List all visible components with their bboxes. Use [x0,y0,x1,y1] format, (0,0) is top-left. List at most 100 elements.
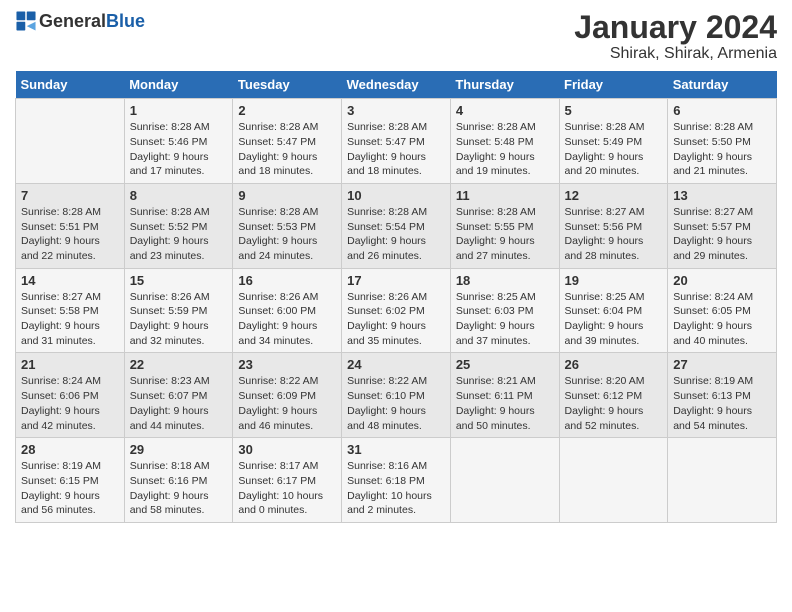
day-info: Sunrise: 8:18 AMSunset: 6:16 PMDaylight:… [130,459,228,518]
day-info: Sunrise: 8:28 AMSunset: 5:49 PMDaylight:… [565,120,663,179]
logo-text: GeneralBlue [39,11,145,32]
logo-blue: Blue [106,11,145,31]
day-info: Sunrise: 8:21 AMSunset: 6:11 PMDaylight:… [456,374,554,433]
day-number: 7 [21,188,119,203]
day-number: 21 [21,357,119,372]
day-info: Sunrise: 8:23 AMSunset: 6:07 PMDaylight:… [130,374,228,433]
day-number: 8 [130,188,228,203]
day-info: Sunrise: 8:28 AMSunset: 5:46 PMDaylight:… [130,120,228,179]
day-info: Sunrise: 8:16 AMSunset: 6:18 PMDaylight:… [347,459,445,518]
day-info: Sunrise: 8:28 AMSunset: 5:53 PMDaylight:… [238,205,336,264]
calendar-cell: 24Sunrise: 8:22 AMSunset: 6:10 PMDayligh… [342,353,451,438]
day-number: 19 [565,273,663,288]
calendar-cell: 21 Sunrise: 8:24 AMSunset: 6:06 PMDayligh… [16,353,125,438]
weekday-header-friday: Friday [559,71,668,99]
day-info: Sunrise: 8:28 AMSunset: 5:54 PMDaylight:… [347,205,445,264]
day-info: Sunrise: 8:22 AMSunset: 6:10 PMDaylight:… [347,374,445,433]
weekday-header-thursday: Thursday [450,71,559,99]
calendar-cell: 17 Sunrise: 8:26 AMSunset: 6:02 PMDayligh… [342,268,451,353]
day-info: Sunrise: 8:28 AMSunset: 5:47 PMDaylight:… [238,120,336,179]
weekday-header-sunday: Sunday [16,71,125,99]
calendar-week-row: 14 Sunrise: 8:27 AMSunset: 5:58 PMDayligh… [16,268,777,353]
day-info: Sunrise: 8:28 AMSunset: 5:50 PMDaylight:… [673,120,771,179]
calendar-week-row: 21 Sunrise: 8:24 AMSunset: 6:06 PMDayligh… [16,353,777,438]
day-info: Sunrise: 8:20 AMSunset: 6:12 PMDaylight:… [565,374,663,433]
day-number: 2 [238,103,336,118]
calendar-cell [668,438,777,523]
calendar-cell: 10 Sunrise: 8:28 AMSunset: 5:54 PMDayligh… [342,183,451,268]
calendar-cell: 6 Sunrise: 8:28 AMSunset: 5:50 PMDaylight… [668,99,777,184]
calendar-cell [16,99,125,184]
calendar-cell: 23Sunrise: 8:22 AMSunset: 6:09 PMDayligh… [233,353,342,438]
calendar-cell: 28Sunrise: 8:19 AMSunset: 6:15 PMDayligh… [16,438,125,523]
day-number: 9 [238,188,336,203]
logo-general: General [39,11,106,31]
calendar-cell: 3Sunrise: 8:28 AMSunset: 5:47 PMDaylight… [342,99,451,184]
header: GeneralBlue January 2024 Shirak, Shirak,… [15,10,777,63]
day-number: 5 [565,103,663,118]
calendar-cell: 18 Sunrise: 8:25 AMSunset: 6:03 PMDayligh… [450,268,559,353]
calendar-cell: 27 Sunrise: 8:19 AMSunset: 6:13 PMDayligh… [668,353,777,438]
day-number: 27 [673,357,771,372]
page-subtitle: Shirak, Shirak, Armenia [574,45,777,63]
day-info: Sunrise: 8:25 AMSunset: 6:03 PMDaylight:… [456,290,554,349]
day-info: Sunrise: 8:28 AMSunset: 5:55 PMDaylight:… [456,205,554,264]
calendar-cell: 5 Sunrise: 8:28 AMSunset: 5:49 PMDaylight… [559,99,668,184]
day-number: 14 [21,273,119,288]
calendar-cell: 11 Sunrise: 8:28 AMSunset: 5:55 PMDayligh… [450,183,559,268]
day-number: 18 [456,273,554,288]
weekday-header-wednesday: Wednesday [342,71,451,99]
day-number: 12 [565,188,663,203]
day-info: Sunrise: 8:27 AMSunset: 5:58 PMDaylight:… [21,290,119,349]
calendar-cell: 31 Sunrise: 8:16 AMSunset: 6:18 PMDayligh… [342,438,451,523]
day-info: Sunrise: 8:19 AMSunset: 6:13 PMDaylight:… [673,374,771,433]
title-area: January 2024 Shirak, Shirak, Armenia [574,10,777,63]
page-title: January 2024 [574,10,777,45]
calendar-cell: 4 Sunrise: 8:28 AMSunset: 5:48 PMDaylight… [450,99,559,184]
calendar-cell: 29Sunrise: 8:18 AMSunset: 6:16 PMDayligh… [124,438,233,523]
day-number: 20 [673,273,771,288]
logo-icon [15,10,37,32]
day-number: 10 [347,188,445,203]
calendar-cell: 7Sunrise: 8:28 AMSunset: 5:51 PMDaylight… [16,183,125,268]
calendar-cell: 25Sunrise: 8:21 AMSunset: 6:11 PMDayligh… [450,353,559,438]
day-number: 11 [456,188,554,203]
day-number: 13 [673,188,771,203]
day-number: 17 [347,273,445,288]
logo: GeneralBlue [15,10,145,32]
calendar-cell: 8 Sunrise: 8:28 AMSunset: 5:52 PMDaylight… [124,183,233,268]
calendar-cell [450,438,559,523]
calendar-cell: 30 Sunrise: 8:17 AMSunset: 6:17 PMDayligh… [233,438,342,523]
calendar-week-row: 1 Sunrise: 8:28 AMSunset: 5:46 PMDaylight… [16,99,777,184]
calendar-cell: 1 Sunrise: 8:28 AMSunset: 5:46 PMDaylight… [124,99,233,184]
calendar-cell: 19Sunrise: 8:25 AMSunset: 6:04 PMDayligh… [559,268,668,353]
calendar-cell: 12 Sunrise: 8:27 AMSunset: 5:56 PMDayligh… [559,183,668,268]
day-info: Sunrise: 8:26 AMSunset: 5:59 PMDaylight:… [130,290,228,349]
weekday-header-row: SundayMondayTuesdayWednesdayThursdayFrid… [16,71,777,99]
day-info: Sunrise: 8:17 AMSunset: 6:17 PMDaylight:… [238,459,336,518]
day-number: 6 [673,103,771,118]
day-info: Sunrise: 8:28 AMSunset: 5:47 PMDaylight:… [347,120,445,179]
calendar-cell: 9 Sunrise: 8:28 AMSunset: 5:53 PMDaylight… [233,183,342,268]
day-info: Sunrise: 8:24 AMSunset: 6:06 PMDaylight:… [21,374,119,433]
day-number: 16 [238,273,336,288]
day-number: 1 [130,103,228,118]
day-number: 31 [347,442,445,457]
day-number: 4 [456,103,554,118]
day-info: Sunrise: 8:27 AMSunset: 5:56 PMDaylight:… [565,205,663,264]
day-number: 22 [130,357,228,372]
day-number: 23 [238,357,336,372]
weekday-header-monday: Monday [124,71,233,99]
calendar-cell: 14 Sunrise: 8:27 AMSunset: 5:58 PMDayligh… [16,268,125,353]
weekday-header-saturday: Saturday [668,71,777,99]
day-info: Sunrise: 8:26 AMSunset: 6:02 PMDaylight:… [347,290,445,349]
day-info: Sunrise: 8:28 AMSunset: 5:48 PMDaylight:… [456,120,554,179]
calendar-week-row: 28Sunrise: 8:19 AMSunset: 6:15 PMDayligh… [16,438,777,523]
day-number: 30 [238,442,336,457]
day-info: Sunrise: 8:28 AMSunset: 5:52 PMDaylight:… [130,205,228,264]
calendar-cell: 26Sunrise: 8:20 AMSunset: 6:12 PMDayligh… [559,353,668,438]
weekday-header-tuesday: Tuesday [233,71,342,99]
calendar-cell: 15Sunrise: 8:26 AMSunset: 5:59 PMDayligh… [124,268,233,353]
calendar-table: SundayMondayTuesdayWednesdayThursdayFrid… [15,71,777,523]
day-number: 28 [21,442,119,457]
